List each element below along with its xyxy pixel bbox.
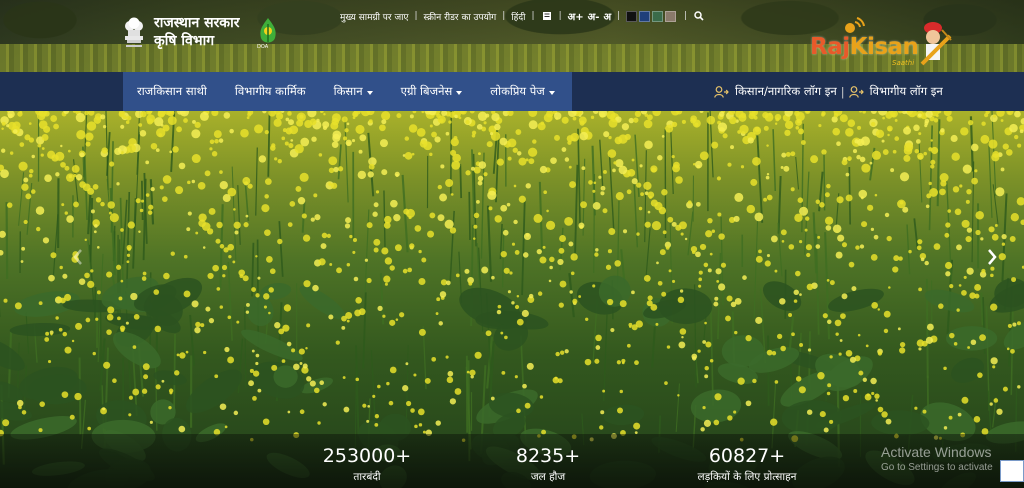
rajkisan-saathi-logo[interactable]: RajKisan Saathi <box>810 12 960 72</box>
utility-divider: | <box>558 11 562 21</box>
screen-reader-link[interactable]: स्क्रीन रीडर का उपयोग <box>423 10 496 23</box>
mustard-field-image <box>0 111 1024 488</box>
brand-tagline: Saathi <box>892 59 915 67</box>
nav-item-agri-business[interactable]: एग्री बिजनेस <box>387 72 477 111</box>
stat-water-tank: 8235+ जल हौज <box>500 444 596 484</box>
watermark-line1: Activate Windows <box>881 444 992 460</box>
skip-to-content-link[interactable]: मुख्य सामग्री पर जाए <box>340 10 408 23</box>
stat-girls-incentive: 60827+ लड़कियों के लिए प्रोत्साहन <box>662 444 832 484</box>
doa-tag: DOA <box>257 44 269 50</box>
nav-item-label: विभागीय कार्मिक <box>234 84 306 98</box>
watermark-line2: Go to Settings to activate <box>881 462 993 473</box>
farmer-mascot-icon <box>920 22 952 66</box>
brand-name-part1: Raj <box>810 34 850 60</box>
nav-item-label: लोकप्रिय पेज <box>490 84 545 98</box>
stat-value: 60827+ <box>708 445 786 467</box>
taskbar-tray-icon[interactable] <box>1000 460 1024 482</box>
utility-divider: | <box>414 11 418 21</box>
nav-item-label: एग्री बिजनेस <box>400 84 453 98</box>
main-navbar: राजकिसान साथी विभागीय कार्मिक किसान एग्र… <box>0 72 1024 111</box>
nav-item-farmer[interactable]: किसान <box>320 72 387 111</box>
state-emblem-icon <box>125 17 143 47</box>
theme-swatch-brown[interactable] <box>665 10 677 22</box>
user-login-icon <box>714 85 729 98</box>
utility-divider: | <box>531 11 535 21</box>
font-increase-button[interactable]: अ+ <box>568 9 584 23</box>
site-title-line2: कृषि विभाग <box>154 33 215 49</box>
user-login-icon <box>848 85 864 98</box>
font-normal-button[interactable]: अ <box>603 9 611 23</box>
utility-divider: | <box>684 11 688 21</box>
stat-value: 253000+ <box>322 445 412 467</box>
chevron-down-icon <box>548 90 555 95</box>
stat-value: 8235+ <box>515 445 581 467</box>
site-title[interactable]: राजस्थान सरकार कृषि विभाग <box>154 14 239 50</box>
nav-item-label: किसान <box>333 84 363 98</box>
stat-fencing: 253000+ तारबंदी <box>300 444 434 484</box>
nav-item-departmental-staff[interactable]: विभागीय कार्मिक <box>221 72 320 111</box>
brand-name-part2: Kisan <box>849 34 919 60</box>
sitemap-book-icon[interactable] <box>541 10 553 22</box>
nav-item-popular-pages[interactable]: लोकप्रिय पेज <box>476 72 569 111</box>
hero-slider <box>0 111 1024 488</box>
login-divider: | <box>840 84 845 99</box>
citizen-login-link[interactable]: किसान/नागरिक लॉग इन <box>714 84 837 99</box>
theme-swatch-blue[interactable] <box>639 10 651 22</box>
activate-windows-watermark: Activate Windows Go to Settings to activ… <box>881 444 993 474</box>
citizen-login-label: किसान/नागरिक लॉग इन <box>735 84 837 98</box>
department-login-link[interactable]: विभागीय लॉग इन <box>848 84 943 99</box>
chevron-down-icon <box>366 90 373 95</box>
theme-swatch-black[interactable] <box>626 10 638 22</box>
chevron-down-icon <box>456 90 463 95</box>
department-login-label: विभागीय लॉग इन <box>869 84 943 98</box>
brand-name: RajKisan <box>810 34 919 60</box>
stat-label: जल हौज <box>530 471 566 483</box>
slider-next-arrow-icon[interactable] <box>986 248 998 266</box>
site-title-line1: राजस्थान सरकार <box>154 15 240 31</box>
utility-bar: मुख्य सामग्री पर जाए | स्क्रीन रीडर का उ… <box>340 9 705 23</box>
signal-icon <box>845 17 865 33</box>
utility-divider: | <box>502 11 506 21</box>
language-link[interactable]: हिंदी <box>511 10 525 23</box>
slider-prev-arrow-icon[interactable] <box>72 248 84 266</box>
utility-divider: | <box>617 11 621 21</box>
theme-swatch-green[interactable] <box>652 10 664 22</box>
font-decrease-button[interactable]: अ- <box>588 9 600 23</box>
stat-label: लड़कियों के लिए प्रोत्साहन <box>697 471 797 483</box>
nav-item-rajkisan-saathi[interactable]: राजकिसान साथी <box>123 72 221 111</box>
search-icon[interactable] <box>693 10 705 22</box>
login-area: किसान/नागरिक लॉग इन | विभागीय लॉग इन <box>714 72 943 111</box>
nav-item-label: राजकिसान साथी <box>137 84 207 98</box>
nav-menu: राजकिसान साथी विभागीय कार्मिक किसान एग्र… <box>123 72 572 111</box>
stat-label: तारबंदी <box>353 471 381 483</box>
